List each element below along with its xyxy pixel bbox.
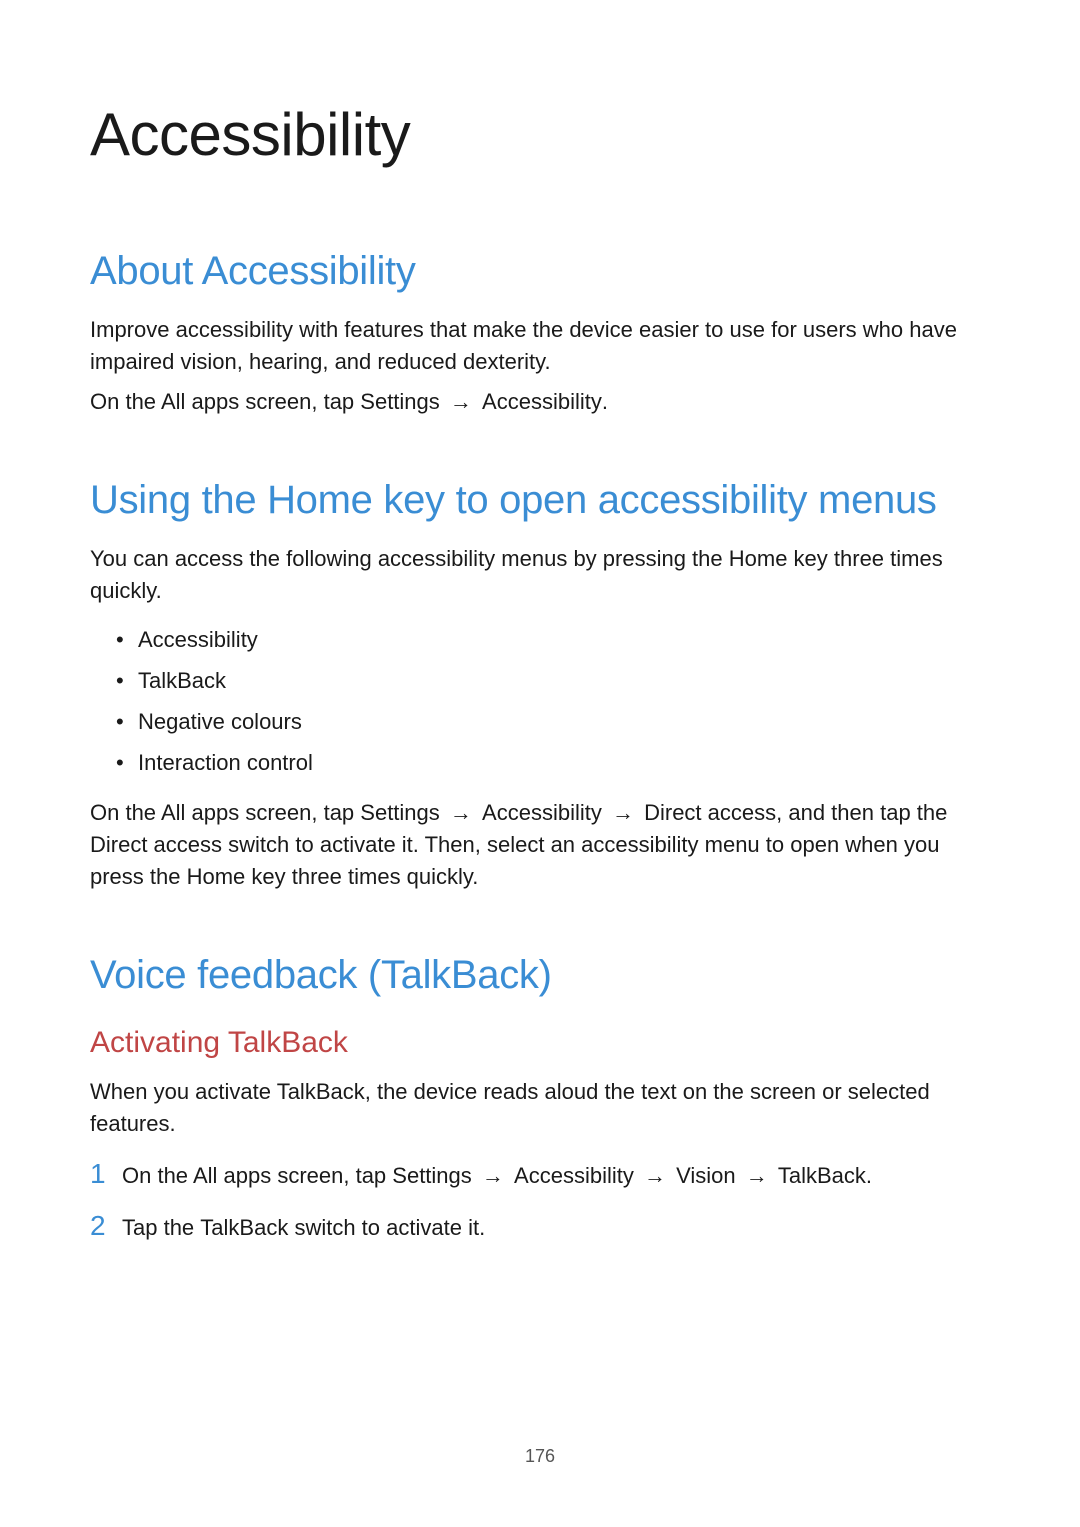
arrow-icon: → (478, 1163, 508, 1188)
step-2: 2 Tap the TalkBack switch to activate it… (90, 1210, 990, 1244)
arrow-icon: → (608, 800, 638, 825)
homekey-heading: Using the Home key to open accessibility… (90, 478, 990, 523)
step-1-text: On the All apps screen, tap Settings → A… (122, 1160, 872, 1192)
direct-access-label: Direct access (90, 832, 222, 857)
arrow-icon: → (640, 1163, 670, 1188)
accessibility-label: Accessibility (514, 1163, 634, 1188)
homekey-paragraph: You can access the following accessibili… (90, 543, 990, 607)
step-2-text: Tap the TalkBack switch to activate it. (122, 1212, 485, 1244)
homekey-bullets: Accessibility TalkBack Negative colours … (116, 620, 990, 783)
arrow-icon: → (446, 800, 476, 825)
settings-label: Settings (360, 389, 440, 414)
about-nav-suffix: . (602, 389, 608, 414)
step-2-prefix: Tap the (122, 1215, 200, 1240)
voice-heading: Voice feedback (TalkBack) (90, 953, 990, 998)
about-paragraph: Improve accessibility with features that… (90, 314, 990, 378)
page-number: 176 (0, 1446, 1080, 1467)
activating-talkback-heading: Activating TalkBack (90, 1026, 990, 1060)
step-2-suffix: switch to activate it. (288, 1215, 485, 1240)
accessibility-label: Accessibility (482, 389, 602, 414)
bullet-negative-colours: Negative colours (116, 702, 990, 743)
bullet-accessibility: Accessibility (116, 620, 990, 661)
arrow-icon: → (742, 1163, 772, 1188)
step-1: 1 On the All apps screen, tap Settings →… (90, 1158, 990, 1192)
talkback-label: TalkBack (778, 1163, 866, 1188)
direct-access-label: Direct access (644, 800, 776, 825)
bullet-talkback: TalkBack (116, 661, 990, 702)
vision-label: Vision (676, 1163, 736, 1188)
step-1-suffix: . (866, 1163, 872, 1188)
talkback-label: TalkBack (200, 1215, 288, 1240)
about-nav-line: On the All apps screen, tap Settings → A… (90, 386, 990, 418)
homekey-nav-prefix: On the All apps screen, tap (90, 800, 360, 825)
settings-label: Settings (392, 1163, 472, 1188)
about-nav-prefix: On the All apps screen, tap (90, 389, 360, 414)
step-number-2: 2 (90, 1210, 122, 1242)
bullet-interaction-control: Interaction control (116, 743, 990, 784)
homekey-nav-line: On the All apps screen, tap Settings → A… (90, 797, 990, 893)
page-title: Accessibility (90, 100, 990, 169)
step-number-1: 1 (90, 1158, 122, 1190)
accessibility-label: Accessibility (482, 800, 602, 825)
settings-label: Settings (360, 800, 440, 825)
step-1-prefix: On the All apps screen, tap (122, 1163, 392, 1188)
arrow-icon: → (446, 389, 476, 414)
about-heading: About Accessibility (90, 249, 990, 294)
voice-paragraph: When you activate TalkBack, the device r… (90, 1076, 990, 1140)
homekey-nav-mid: , and then tap the (776, 800, 947, 825)
